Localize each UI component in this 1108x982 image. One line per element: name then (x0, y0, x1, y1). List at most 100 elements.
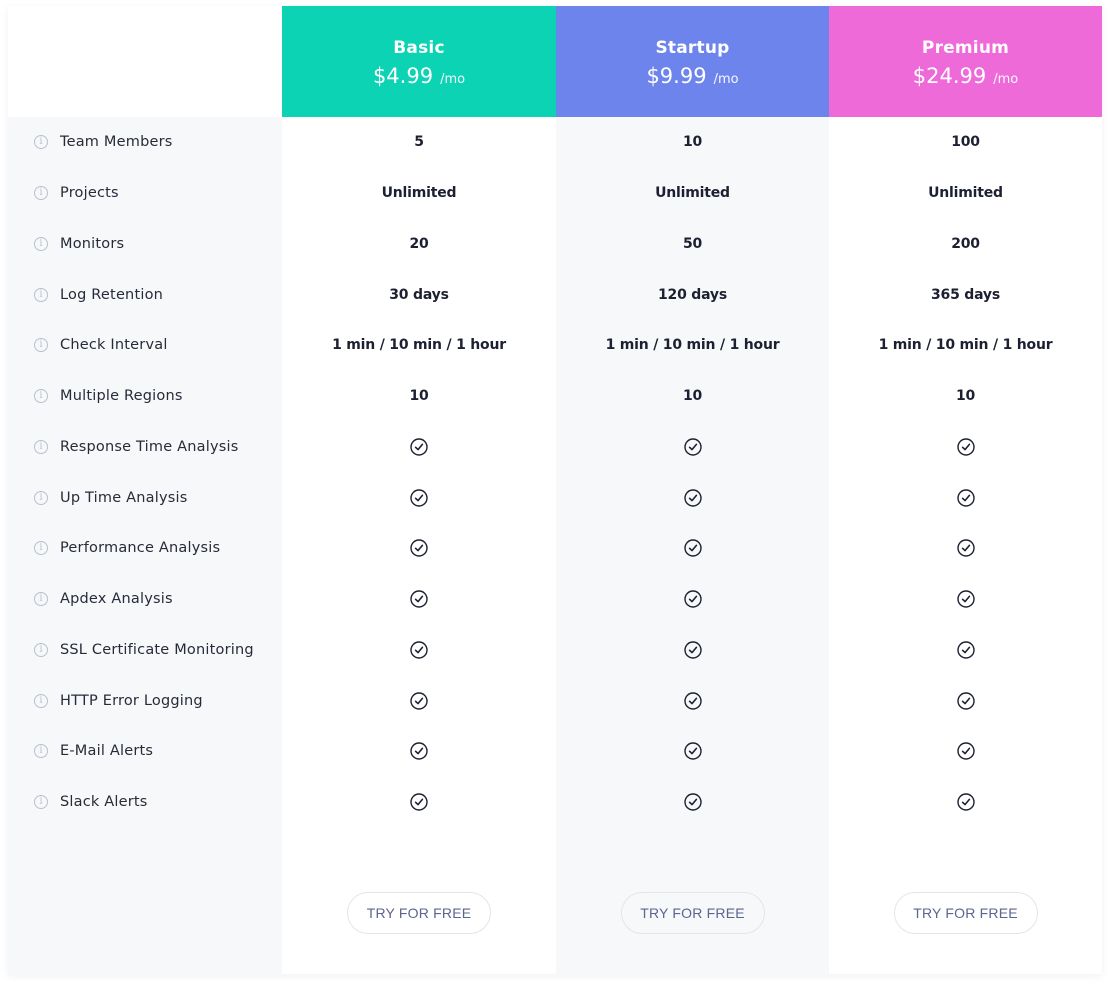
plan-value-cell (282, 472, 556, 523)
plan-value-cell (556, 675, 829, 726)
price-period: /mo (993, 71, 1019, 87)
feature-row: i Check Interval (8, 320, 282, 371)
feature-label: Monitors (60, 235, 125, 252)
feature-label: Slack Alerts (60, 794, 148, 811)
feature-row: i Up Time Analysis (8, 472, 282, 523)
plan-header: Premium $24.99/mo (829, 6, 1102, 117)
info-icon[interactable]: i (34, 795, 48, 810)
feature-row: i Performance Analysis (8, 523, 282, 574)
plan-value-cell: 10 (556, 117, 829, 168)
plan-value-cell (829, 675, 1102, 726)
info-icon[interactable]: i (34, 389, 48, 404)
plan-value-cell (282, 625, 556, 676)
check-circle-icon (683, 691, 702, 710)
plan-header: Startup $9.99/mo (556, 6, 829, 117)
plan-value: 10 (682, 388, 703, 405)
info-icon[interactable]: i (34, 693, 48, 708)
feature-label: Team Members (60, 134, 173, 151)
plan-value-cell (282, 726, 556, 777)
plan-value-cell (829, 523, 1102, 574)
try-for-free-button[interactable]: TRY FOR FREE (893, 891, 1038, 934)
feature-row: i Slack Alerts (8, 777, 282, 828)
plan-value-cell: Unlimited (556, 168, 829, 219)
plan-value-cell: 10 (829, 371, 1102, 422)
info-icon[interactable]: i (34, 439, 48, 454)
plan-value-cell (282, 777, 556, 828)
check-circle-icon (956, 438, 975, 456)
price-amount: $4.99 (372, 63, 434, 88)
plan-name: Premium (921, 37, 1010, 58)
info-icon[interactable]: i (34, 490, 48, 505)
feature-label: Check Interval (60, 337, 168, 354)
check-circle-icon (410, 488, 428, 507)
info-icon[interactable]: i (34, 186, 48, 201)
plan-value: 10 (682, 134, 703, 151)
info-icon[interactable]: i (34, 287, 48, 302)
feature-row: i Team Members (8, 117, 282, 168)
feature-row: i E-Mail Alerts (8, 726, 282, 777)
plan-value-cell (556, 726, 829, 777)
pricing-table: i Team Members i Projects i Monitors i Log Rete… (8, 6, 1102, 974)
check-circle-icon (956, 590, 975, 608)
plan-value-cell (282, 574, 556, 625)
plan-value: 20 (409, 235, 429, 252)
check-circle-icon (956, 691, 975, 710)
plan-value-cell (829, 625, 1102, 676)
feature-row: i Projects (8, 168, 282, 219)
check-circle-icon (683, 793, 702, 811)
plan-value-cell (829, 574, 1102, 625)
plan-value: Unlimited (655, 185, 730, 202)
plan-value-cell (829, 422, 1102, 473)
plan-value: 120 days (658, 286, 727, 303)
info-icon[interactable]: i (34, 592, 48, 607)
info-icon[interactable]: i (34, 135, 48, 150)
check-circle-icon (683, 641, 702, 659)
try-for-free-button[interactable]: TRY FOR FREE (620, 891, 765, 934)
plan-value: 50 (682, 235, 703, 252)
info-icon[interactable]: i (34, 541, 48, 556)
plan-value-cell: 30 days (282, 269, 556, 320)
price-period: /mo (713, 71, 739, 87)
cta-area: TRY FOR FREE (556, 828, 829, 975)
plan-price: $4.99/mo (373, 64, 465, 88)
feature-label: Up Time Analysis (60, 489, 188, 506)
plan-name: Basic (393, 37, 445, 58)
plan-value: 10 (955, 388, 976, 405)
plan-value-cell (556, 472, 829, 523)
plan-value-cell (829, 726, 1102, 777)
check-circle-icon (683, 742, 702, 761)
plan-value-cell: 50 (556, 219, 829, 270)
info-icon[interactable]: i (34, 744, 48, 759)
plan-value: 365 days (931, 286, 1000, 303)
price-amount: $9.99 (646, 63, 707, 88)
plan-name: Startup (655, 37, 730, 58)
feature-row: i Monitors (8, 219, 282, 270)
info-icon[interactable]: i (34, 642, 48, 657)
plan-value: 10 (409, 388, 429, 405)
info-icon[interactable]: i (34, 236, 48, 251)
plan-column-basic: Basic $4.99/mo 5 Unlimited 20 30 days 1 min / … (282, 6, 556, 974)
plan-value: 1 min / 10 min / 1 hour (605, 337, 780, 354)
cta-area: TRY FOR FREE (282, 828, 556, 975)
plan-value-cell: 365 days (829, 269, 1102, 320)
feature-row: i SSL Certificate Monitoring (8, 625, 282, 676)
feature-label: Projects (60, 185, 119, 202)
feature-row: i Log Retention (8, 269, 282, 320)
info-icon[interactable]: i (34, 338, 48, 353)
plan-value-cell: 100 (829, 117, 1102, 168)
plan-value: 30 days (389, 286, 449, 303)
feature-label: Apdex Analysis (60, 591, 173, 608)
plan-column-startup: Startup $9.99/mo 10 Unlimited 50 120 days 1 mi… (556, 6, 829, 974)
feature-label: Performance Analysis (60, 540, 221, 557)
plan-value-cell (829, 472, 1102, 523)
plan-value-cell (282, 675, 556, 726)
try-for-free-button[interactable]: TRY FOR FREE (347, 891, 491, 934)
plan-value-cell: 120 days (556, 269, 829, 320)
plan-price: $9.99/mo (646, 64, 738, 88)
check-circle-icon (683, 590, 702, 608)
check-circle-icon (956, 641, 975, 659)
check-circle-icon (410, 641, 428, 659)
plan-value-cell: Unlimited (829, 168, 1102, 219)
plan-value: Unlimited (381, 185, 457, 202)
feature-row: i HTTP Error Logging (8, 675, 282, 726)
